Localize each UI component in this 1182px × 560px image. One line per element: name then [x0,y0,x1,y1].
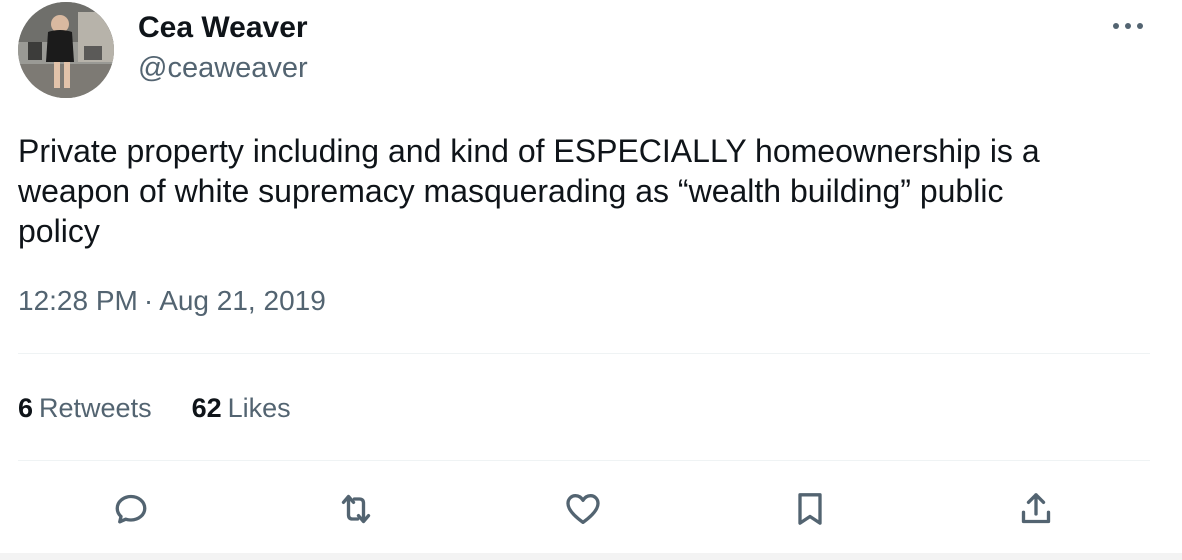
divider [18,460,1150,461]
likes-label: Likes [227,393,291,423]
profile-photo-icon [18,2,114,98]
more-options-button[interactable] [1106,8,1150,44]
tweet-timestamp[interactable]: 12:28 PM · Aug 21, 2019 [18,284,326,318]
bottom-edge [0,553,1182,560]
tweet-date: Aug 21, 2019 [159,285,326,316]
share-button[interactable] [1009,482,1063,536]
retweets-count: 6 [18,393,34,423]
bookmark-icon [798,493,822,525]
tweet-text: Private property including and kind of E… [18,133,1040,249]
share-icon [1021,493,1051,524]
likes-count: 62 [191,393,222,423]
display-name[interactable]: Cea Weaver [138,10,308,46]
engagement-stats: 6 Retweets 62 Likes [18,391,291,425]
like-button[interactable] [556,482,610,536]
action-bar [0,482,1182,536]
retweets-label: Retweets [39,393,152,423]
reply-button[interactable] [104,482,158,536]
avatar[interactable] [18,2,114,98]
retweet-icon [341,494,371,524]
retweet-button[interactable] [329,482,383,536]
divider [18,353,1150,354]
bookmark-button[interactable] [783,482,837,536]
username-handle[interactable]: @ceaweaver [138,51,308,85]
tweet-time: 12:28 PM [18,285,138,316]
likes-stat[interactable]: 62 Likes [192,391,291,425]
reply-icon [115,494,147,524]
timestamp-separator: · [143,285,154,316]
heart-icon [566,494,600,524]
retweets-stat[interactable]: 6 Retweets [18,391,152,425]
tweet-card: Cea Weaver @ceaweaver Private property i… [0,0,1182,560]
more-dots-icon [1113,23,1143,29]
